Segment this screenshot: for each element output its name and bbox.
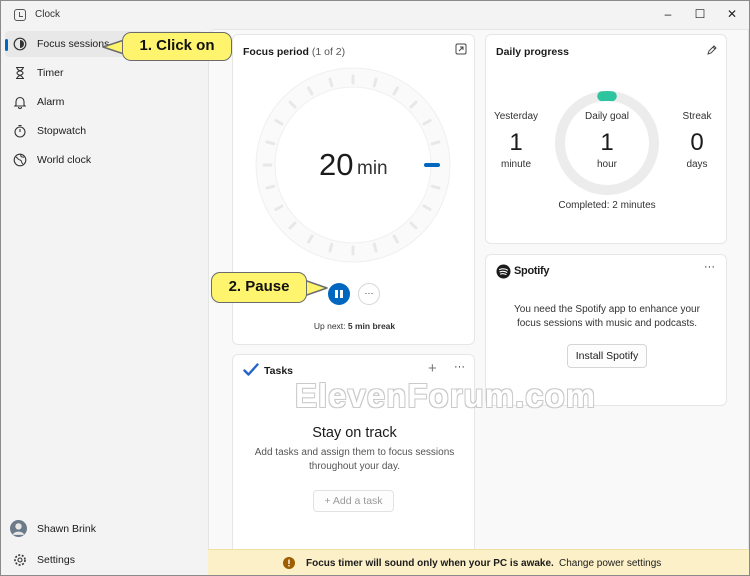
user-name: Shawn Brink bbox=[37, 523, 96, 535]
completed-text: Completed: 2 minutes bbox=[558, 200, 656, 211]
gear-icon bbox=[14, 554, 26, 566]
callout-step1: 1. Click on bbox=[122, 32, 232, 61]
sidebar-item-alarm[interactable]: Alarm bbox=[5, 89, 203, 115]
spotify-more-button[interactable]: ··· bbox=[704, 261, 715, 273]
callout-step2: 2. Pause bbox=[211, 272, 307, 303]
edit-icon[interactable] bbox=[706, 44, 718, 56]
change-power-settings-link[interactable]: Change power settings bbox=[559, 558, 661, 569]
pause-button[interactable] bbox=[328, 283, 350, 305]
streak-unit: days bbox=[686, 159, 708, 170]
install-spotify-button[interactable]: Install Spotify bbox=[567, 344, 647, 368]
hourglass-icon bbox=[16, 66, 24, 80]
dial-tick bbox=[265, 140, 276, 146]
tasks-heading: Stay on track bbox=[312, 425, 397, 441]
spotify-card: Spotify ··· You need the Spotify app to … bbox=[485, 254, 727, 406]
timer-unit: min bbox=[357, 158, 388, 179]
focus-icon bbox=[13, 37, 27, 51]
daily-progress-card: Daily progress Yesterday 1 minute Daily … bbox=[485, 34, 727, 244]
clock-app-icon bbox=[14, 9, 26, 21]
sidebar-item-label: Focus sessions bbox=[37, 38, 110, 50]
yesterday-value: 1 bbox=[509, 129, 523, 156]
up-next: Up next: 5 min break bbox=[313, 321, 396, 331]
tasks-title: Tasks bbox=[264, 365, 293, 377]
sidebar-item-world-clock[interactable]: World clock bbox=[5, 147, 203, 173]
spotify-message: You need the Spotify app to enhance your… bbox=[514, 304, 700, 329]
bell-icon bbox=[13, 96, 27, 109]
goal-value: 1 bbox=[600, 129, 614, 156]
streak-value: 0 bbox=[690, 129, 704, 156]
add-task-button[interactable]: + Add a task bbox=[313, 490, 394, 512]
sidebar-item-label: Alarm bbox=[37, 96, 65, 108]
minimize-button[interactable]: – bbox=[653, 5, 683, 23]
dial-tick bbox=[372, 242, 378, 253]
sidebar-item-label: World clock bbox=[37, 154, 92, 166]
power-warning-banner: Focus timer will sound only when your PC… bbox=[208, 549, 749, 575]
close-button[interactable]: ✕ bbox=[717, 5, 747, 23]
yesterday-label: Yesterday bbox=[493, 111, 539, 122]
add-task-icon[interactable]: + bbox=[428, 360, 437, 377]
dial-tick bbox=[430, 184, 441, 190]
tasks-subtext: Add tasks and assign them to focus sessi… bbox=[254, 447, 455, 472]
dial-tick bbox=[430, 140, 441, 146]
timer-minutes: 20 bbox=[319, 147, 354, 182]
sidebar-item-label: Settings bbox=[37, 554, 75, 566]
sidebar-item-timer[interactable]: Timer bbox=[5, 60, 203, 86]
spotify-brand: Spotify bbox=[514, 265, 550, 277]
banner-message: Focus timer will sound only when your PC… bbox=[306, 558, 554, 569]
avatar bbox=[10, 520, 27, 537]
clock-window: Clock – ☐ ✕ Focus sessions Timer Alarm S… bbox=[0, 0, 750, 576]
yesterday-unit: minute bbox=[500, 159, 531, 170]
warning-icon bbox=[283, 557, 295, 569]
sidebar-item-settings[interactable]: Settings bbox=[5, 547, 203, 573]
maximize-button[interactable]: ☐ bbox=[685, 5, 715, 23]
streak-label: Streak bbox=[682, 111, 712, 122]
tasks-more-button[interactable]: ··· bbox=[454, 361, 465, 373]
dial-tick bbox=[372, 77, 378, 88]
dial-tick bbox=[265, 184, 276, 190]
title-bar: Clock – ☐ ✕ bbox=[1, 1, 749, 29]
more-options-button[interactable]: ··· bbox=[358, 283, 380, 305]
pause-icon bbox=[335, 290, 338, 298]
todo-check-icon bbox=[243, 363, 259, 376]
globe-icon bbox=[13, 153, 27, 167]
goal-unit: hour bbox=[596, 159, 617, 170]
compact-view-icon[interactable] bbox=[455, 43, 467, 55]
spotify-logo-icon bbox=[496, 264, 511, 279]
daily-progress-title: Daily progress bbox=[496, 46, 569, 58]
dial-tick bbox=[328, 242, 334, 253]
tasks-card: Tasks + ··· Stay on track Add tasks and … bbox=[232, 354, 475, 575]
user-account[interactable]: Shawn Brink bbox=[5, 516, 203, 542]
active-indicator bbox=[5, 39, 8, 51]
dial-tick bbox=[328, 77, 334, 88]
sidebar-item-label: Stopwatch bbox=[37, 125, 87, 137]
focus-title: Focus period (1 of 2) bbox=[243, 46, 346, 58]
sidebar-item-label: Timer bbox=[37, 67, 64, 79]
sidebar-item-stopwatch[interactable]: Stopwatch bbox=[5, 118, 203, 144]
app-title: Clock bbox=[35, 9, 61, 20]
stopwatch-icon bbox=[14, 124, 26, 138]
goal-label: Daily goal bbox=[585, 111, 629, 122]
